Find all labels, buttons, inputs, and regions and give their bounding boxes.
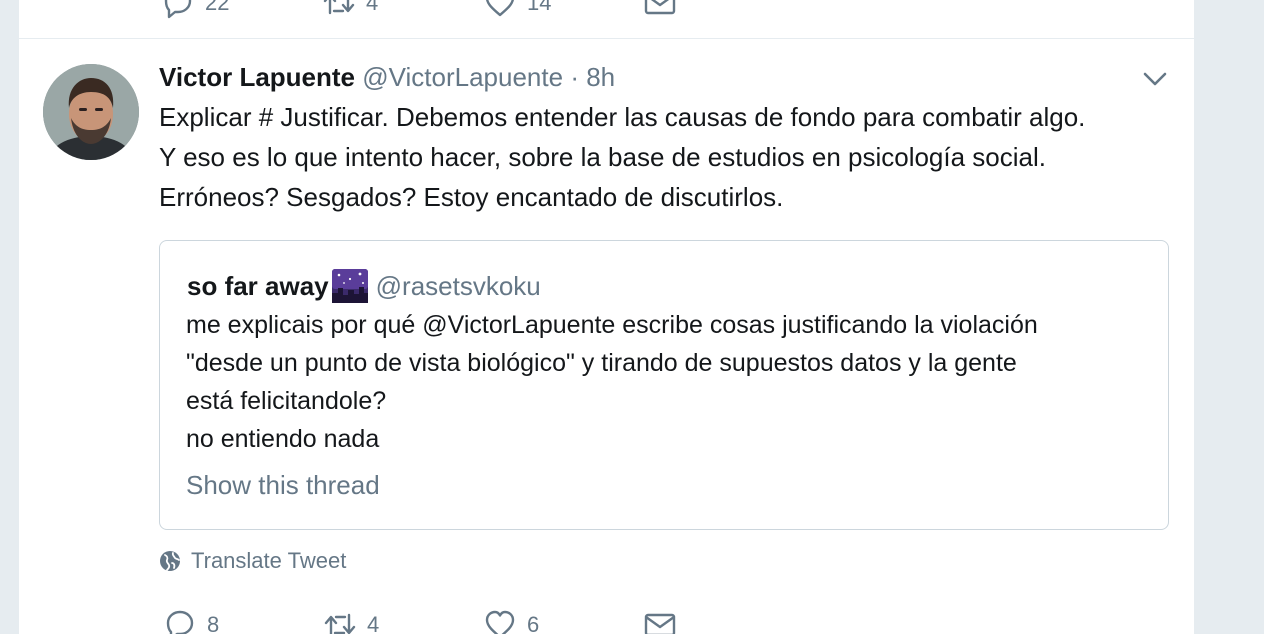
quoted-author-fullname: so far away [187,271,329,301]
tweet-timestamp[interactable]: · 8h [570,62,615,92]
tweet-header: Victor Lapuente @VictorLapuente · 8h [159,60,615,94]
quoted-author-username: @rasetsvkoku [375,271,541,301]
author-fullname[interactable]: Victor Lapuente [159,62,355,92]
avatar[interactable] [43,64,139,160]
retweet-icon [323,0,355,15]
envelope-icon [644,0,676,15]
retweet-count: 4 [367,612,380,634]
reply-button[interactable]: 22 [161,0,229,20]
translate-tweet-button[interactable]: Translate Tweet [159,548,346,574]
envelope-icon [644,613,676,634]
translate-label: Translate Tweet [191,548,347,573]
tweet-text-line: Y eso es lo que intento hacer, sobre la … [159,142,1046,172]
reply-icon [166,610,194,634]
retweet-button[interactable]: 4 [322,0,378,20]
tweet-text-line: Explicar # Justificar. Debemos entender … [159,102,1086,132]
chevron-down-icon[interactable] [1141,68,1169,90]
tweet-text: Explicar # Justificar. Debemos entender … [159,97,1179,217]
quoted-tweet[interactable]: so far away @rasetsvkoku me explicais po… [159,240,1169,530]
quoted-text-line: "desde un punto de vista biológico" y ti… [186,349,1017,377]
quoted-text-line: está felicitandole? [186,387,387,415]
author-username[interactable]: @VictorLapuente [362,62,563,92]
like-button[interactable]: 14 [483,0,551,20]
quoted-text-line: me explicais por qué @VictorLapuente esc… [186,311,1038,339]
show-thread-link[interactable]: Show this thread [186,468,380,502]
quoted-text-line: no entiendo nada [186,425,380,453]
direct-message-button[interactable] [643,608,677,634]
quoted-tweet-header: so far away @rasetsvkoku [187,269,541,303]
retweet-icon [324,613,356,634]
tweet-divider [19,38,1194,39]
timeline: 22 4 14 Victor Lapuente @VictorLapuente … [18,0,1195,634]
profile-photo-icon [43,64,139,160]
heart-icon [486,0,514,17]
tweet-text-line: Erróneos? Sesgados? Estoy encantado de d… [159,182,784,212]
like-count: 14 [527,0,552,15]
reply-button[interactable]: 8 [163,608,219,634]
like-count: 6 [527,612,540,634]
globe-icon [160,551,180,571]
direct-message-button[interactable] [643,0,677,20]
heart-icon [485,610,515,634]
retweet-button[interactable]: 4 [323,608,379,634]
reply-count: 22 [205,0,230,15]
previous-tweet-actions: 22 4 14 [19,0,1194,26]
quoted-tweet-text: me explicais por qué @VictorLapuente esc… [186,306,1161,458]
retweet-count: 4 [366,0,379,15]
like-button[interactable]: 6 [483,608,539,634]
reply-count: 8 [207,612,220,634]
night-with-stars-icon [331,269,368,303]
reply-icon [164,0,192,19]
